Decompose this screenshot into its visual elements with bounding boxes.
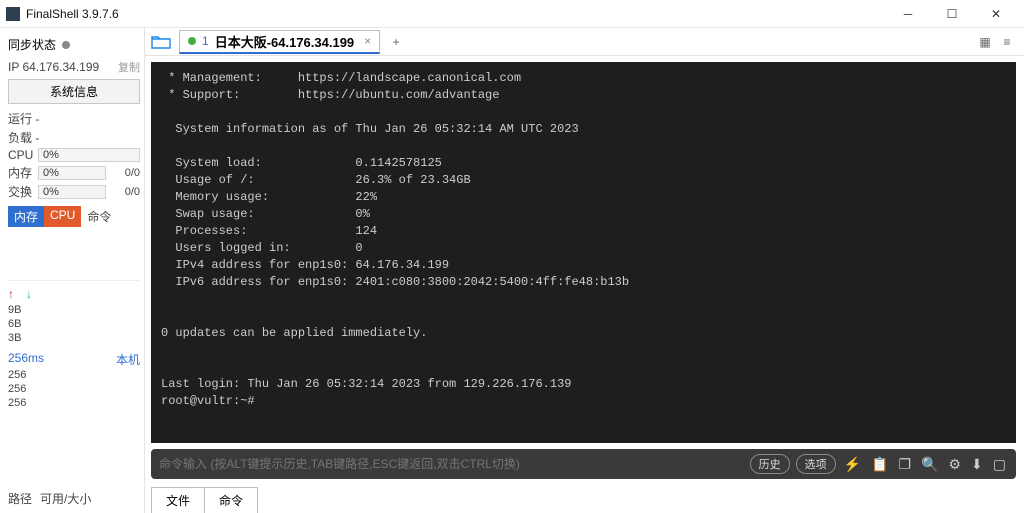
- tab-command[interactable]: 命令: [81, 206, 117, 227]
- swap-bar: 0%: [38, 185, 106, 199]
- history-button[interactable]: 历史: [750, 454, 790, 474]
- sync-status-dot: [62, 41, 70, 49]
- search-icon[interactable]: 🔍: [919, 456, 940, 473]
- download-arrow-icon: ↓: [26, 287, 32, 301]
- upload-arrow-icon: ↑: [8, 287, 14, 301]
- session-number: 1: [202, 34, 209, 48]
- close-tab-icon[interactable]: ×: [364, 34, 371, 48]
- window-title: FinalShell 3.9.7.6: [26, 7, 886, 21]
- load-label: 负载 -: [8, 129, 39, 146]
- maximize-button[interactable]: ☐: [930, 0, 974, 28]
- swap-label: 交换: [8, 183, 38, 200]
- clipboard-icon[interactable]: 📋: [869, 456, 890, 473]
- copy-button[interactable]: 复制: [118, 59, 140, 75]
- cpu-label: CPU: [8, 148, 38, 162]
- grid-view-icon[interactable]: ▦: [976, 33, 994, 51]
- file-tab[interactable]: 文件: [151, 487, 205, 513]
- copy-icon[interactable]: ❐: [896, 456, 913, 473]
- list-view-icon[interactable]: ≡: [998, 33, 1016, 51]
- cpu-bar: 0%: [38, 148, 140, 162]
- system-info-button[interactable]: 系统信息: [8, 79, 140, 104]
- sync-status-label: 同步状态: [8, 36, 56, 53]
- command-bar: 历史 选项 ⚡ 📋 ❐ 🔍 ⚙ ⬇ ▢: [151, 449, 1016, 479]
- latency-numbers: 256 256 256: [8, 368, 140, 410]
- add-tab-button[interactable]: +: [384, 30, 408, 54]
- swap-right: 0/0: [106, 186, 140, 198]
- session-tab[interactable]: 1 日本大阪-64.176.34.199 ×: [179, 30, 380, 54]
- options-button[interactable]: 选项: [796, 454, 836, 474]
- command-input[interactable]: [159, 457, 744, 471]
- app-icon: [6, 7, 20, 21]
- local-label[interactable]: 本机: [116, 351, 140, 368]
- mem-label: 内存: [8, 164, 38, 181]
- status-dot-icon: [188, 37, 196, 45]
- mem-right: 0/0: [106, 167, 140, 179]
- ip-label: IP 64.176.34.199: [8, 60, 99, 74]
- close-button[interactable]: ✕: [974, 0, 1018, 28]
- fullscreen-icon[interactable]: ▢: [991, 456, 1008, 473]
- main-area: 1 日本大阪-64.176.34.199 × + ▦ ≡ * Managemen…: [145, 28, 1024, 513]
- download-icon[interactable]: ⬇: [969, 456, 985, 473]
- bolt-icon[interactable]: ⚡: [842, 456, 863, 473]
- titlebar: FinalShell 3.9.7.6 ─ ☐ ✕: [0, 0, 1024, 28]
- session-tabbar: 1 日本大阪-64.176.34.199 × + ▦ ≡: [145, 28, 1024, 56]
- path-tab[interactable]: 路径: [8, 490, 32, 507]
- folder-icon[interactable]: [149, 31, 173, 53]
- available-tab[interactable]: 可用/大小: [40, 490, 91, 507]
- terminal-output[interactable]: * Management: https://landscape.canonica…: [151, 62, 1016, 443]
- latency-value: 256ms: [8, 351, 44, 368]
- minimize-button[interactable]: ─: [886, 0, 930, 28]
- traffic-numbers: 9B 6B 3B: [8, 303, 140, 345]
- tab-cpu[interactable]: CPU: [44, 206, 81, 227]
- command-tab[interactable]: 命令: [204, 487, 258, 513]
- bottom-panel-tabs: 文件 命令: [151, 483, 1016, 513]
- session-name: 日本大阪-64.176.34.199: [215, 32, 354, 51]
- mem-bar: 0%: [38, 166, 106, 180]
- running-label: 运行 -: [8, 110, 39, 127]
- settings-icon[interactable]: ⚙: [946, 456, 963, 473]
- sidebar: 同步状态 IP 64.176.34.199 复制 系统信息 运行 - 负载 - …: [0, 28, 145, 513]
- tab-memory[interactable]: 内存: [8, 206, 44, 227]
- chart-area: [8, 231, 140, 281]
